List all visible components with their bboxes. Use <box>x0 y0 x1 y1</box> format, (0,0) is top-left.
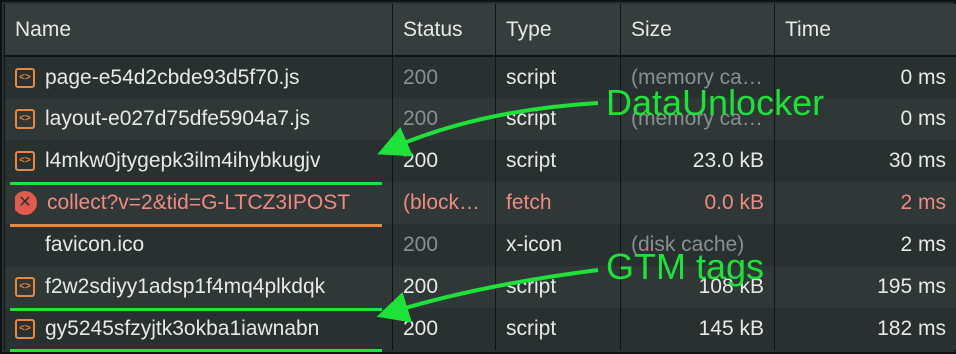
request-status: (blocked) <box>392 182 496 224</box>
request-type: script <box>495 98 621 140</box>
request-name: layout-e027d75dfe5904a7.js <box>45 107 311 130</box>
network-panel: Name Status Type Size Time <> page-e54d2c… <box>0 0 956 354</box>
request-name: collect?v=2&tid=G-LTCZ3IPOST <box>47 191 351 214</box>
request-status: 200 <box>392 98 496 140</box>
column-header-type[interactable]: Type <box>495 4 621 57</box>
request-size: 23.0 kB <box>620 140 775 182</box>
annotation-dataunlocker-label: DataUnlocker <box>606 82 825 123</box>
request-status: 200 <box>392 266 496 308</box>
request-name-cell[interactable]: <> gy5245sfzyjtk3okba1iawnabn <box>4 308 393 350</box>
request-name-cell[interactable]: <> layout-e027d75dfe5904a7.js <box>4 98 393 140</box>
request-type: script <box>495 140 621 182</box>
request-type: script <box>495 266 621 308</box>
request-status: 200 <box>392 308 496 350</box>
request-size: 0.0 kB <box>620 182 775 224</box>
request-status: 200 <box>392 224 496 266</box>
table-row[interactable]: favicon.ico 200 x-icon (disk cache) 2 ms <box>4 224 956 266</box>
request-type: x-icon <box>495 224 621 266</box>
annotation-gtm-tags-label: GTM tags <box>606 246 765 287</box>
table-row[interactable]: <> gy5245sfzyjtk3okba1iawnabn 200 script 145… <box>4 308 956 350</box>
underline-green-row-7 <box>10 349 382 352</box>
request-name-cell[interactable]: <> l4mkw0jtygepk3ilm4ihybkugjv <box>4 140 393 182</box>
request-name: l4mkw0jtygepk3ilm4ihybkugjv <box>45 149 321 172</box>
request-status: 200 <box>392 56 496 98</box>
script-icon: <> <box>15 319 35 339</box>
column-header-status[interactable]: Status <box>392 4 496 57</box>
script-icon: <> <box>15 109 35 129</box>
request-status: 200 <box>392 140 496 182</box>
request-name-cell[interactable]: favicon.ico <box>4 224 393 266</box>
table-row[interactable]: <> f2w2sdiyy1adsp1f4mq4plkdqk 200 script 108… <box>4 266 956 308</box>
request-time: 30 ms <box>774 140 956 182</box>
request-name: page-e54d2cbde93d5f70.js <box>45 65 300 89</box>
blank-icon <box>15 235 35 255</box>
request-name-cell[interactable]: ✕ collect?v=2&tid=G-LTCZ3IPOST <box>4 182 393 224</box>
request-time: 2 ms <box>774 224 956 266</box>
error-icon: ✕ <box>15 191 37 215</box>
request-name: gy5245sfzyjtk3okba1iawnabn <box>45 317 320 340</box>
table-header-row: Name Status Type Size Time <box>4 4 956 57</box>
request-type: script <box>495 308 621 350</box>
script-icon: <> <box>15 67 35 88</box>
column-header-name[interactable]: Name <box>4 4 393 57</box>
table-row[interactable]: <> l4mkw0jtygepk3ilm4ihybkugjv 200 script 23… <box>4 140 956 182</box>
request-size: 145 kB <box>620 308 775 350</box>
table-row[interactable]: ✕ collect?v=2&tid=G-LTCZ3IPOST (blocked) fe… <box>4 182 956 224</box>
column-header-size[interactable]: Size <box>620 4 775 57</box>
request-name-cell[interactable]: <> page-e54d2cbde93d5f70.js <box>4 56 393 98</box>
request-time: 2 ms <box>774 182 956 224</box>
request-name: favicon.ico <box>45 233 145 256</box>
underline-green-row-6 <box>10 308 382 311</box>
script-icon: <> <box>15 151 35 171</box>
request-name-cell[interactable]: <> f2w2sdiyy1adsp1f4mq4plkdqk <box>4 266 393 308</box>
request-time: 195 ms <box>774 266 956 308</box>
network-request-table: Name Status Type Size Time <> page-e54d2c… <box>4 4 956 350</box>
request-name: f2w2sdiyy1adsp1f4mq4plkdqk <box>45 275 326 298</box>
column-header-time[interactable]: Time <box>774 4 956 57</box>
request-type: script <box>495 56 621 98</box>
script-icon: <> <box>15 277 35 297</box>
request-time: 182 ms <box>774 308 956 350</box>
request-type: fetch <box>495 182 621 224</box>
underline-green-row-3 <box>10 182 382 185</box>
underline-orange-row-4 <box>10 224 382 227</box>
